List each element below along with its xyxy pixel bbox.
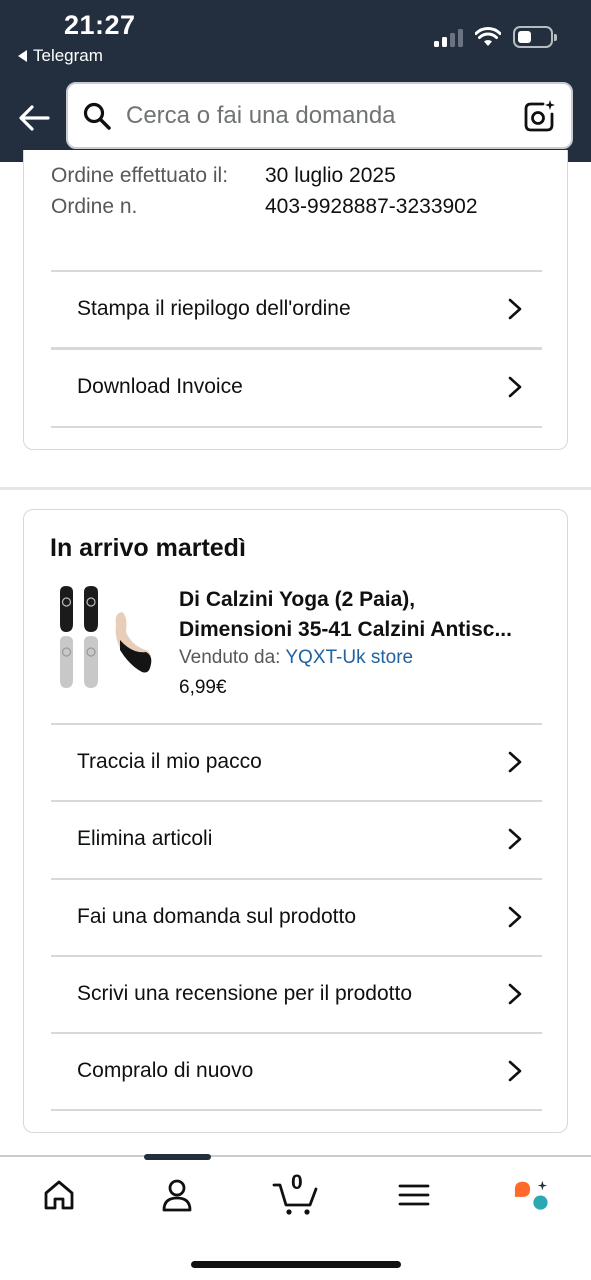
chevron-right-icon — [508, 751, 522, 772]
product-title[interactable]: Di Calzini Yoga (2 Paia), Dimensioni 35-… — [179, 585, 549, 645]
row-label: Stampa il riepilogo dell'ordine — [77, 296, 351, 320]
write-review-row[interactable]: Scrivi una recensione per il prodotto — [51, 955, 542, 1032]
order-date-label: Ordine effettuato il: — [51, 164, 229, 187]
row-label: Download Invoice — [77, 374, 243, 398]
cart-button[interactable]: 0 — [272, 1171, 320, 1217]
chevron-right-icon — [508, 298, 522, 319]
row-label: Fai una domanda sul prodotto — [77, 904, 357, 928]
order-number-label: Ordine n. — [51, 195, 138, 218]
status-time: 21:27 — [64, 10, 136, 40]
order-date-value: 30 luglio 2025 — [265, 164, 396, 187]
row-label: Compralo di nuovo — [77, 1058, 254, 1082]
back-to-app-link[interactable]: Telegram — [18, 46, 103, 66]
download-invoice-row[interactable]: Download Invoice — [51, 348, 542, 425]
order-meta-labels: Ordine effettuato il: Ordine n. — [51, 160, 241, 222]
row-label: Elimina articoli — [77, 826, 213, 850]
home-icon[interactable] — [41, 1177, 77, 1213]
back-arrow-icon[interactable] — [16, 100, 52, 136]
camera-search-icon[interactable] — [521, 98, 557, 134]
back-app-label: Telegram — [33, 46, 103, 65]
order-number-value: 403-9928887-3233902 — [265, 195, 478, 218]
rufus-icon[interactable] — [513, 1177, 549, 1213]
menu-icon[interactable] — [396, 1177, 432, 1213]
product-thumbnail[interactable] — [54, 584, 158, 692]
account-icon[interactable] — [159, 1177, 195, 1213]
chevron-right-icon — [508, 1060, 522, 1081]
search-bar[interactable]: Cerca o fai una domanda — [66, 82, 573, 149]
section-divider — [0, 487, 591, 490]
chevron-right-icon — [508, 376, 522, 397]
chevron-right-icon — [508, 906, 522, 927]
wifi-icon — [475, 27, 501, 46]
product-title-line1: Di Calzini Yoga (2 Paia), — [179, 588, 416, 611]
seller-label: Venduto da: — [179, 647, 281, 668]
shipment-card: In arrivo martedì Di Calzini Yoga (2 Pai… — [23, 509, 568, 1133]
seller-link[interactable]: YQXT-Uk store — [285, 647, 413, 668]
active-tab-indicator — [144, 1154, 211, 1160]
back-triangle-icon — [18, 50, 27, 62]
delete-items-row[interactable]: Elimina articoli — [51, 800, 542, 877]
search-input[interactable]: Cerca o fai una domanda — [126, 102, 521, 130]
divider — [51, 426, 542, 428]
print-summary-row[interactable]: Stampa il riepilogo dell'ordine — [51, 270, 542, 347]
status-icons — [434, 26, 557, 48]
row-label: Scrivi una recensione per il prodotto — [77, 981, 413, 1005]
order-meta-values: 30 luglio 2025 403-9928887-3233902 — [265, 160, 478, 222]
battery-icon — [513, 26, 557, 48]
chevron-right-icon — [508, 828, 522, 849]
buy-again-row[interactable]: Compralo di nuovo — [51, 1032, 542, 1109]
product-title-line2: Dimensioni 35-41 Calzini Antisc... — [179, 618, 512, 641]
chevron-right-icon — [508, 983, 522, 1004]
product-price: 6,99€ — [179, 677, 227, 698]
ask-question-row[interactable]: Fai una domanda sul prodotto — [51, 878, 542, 955]
seller-info: Venduto da: YQXT-Uk store — [179, 647, 413, 669]
row-label: Traccia il mio pacco — [77, 749, 262, 773]
search-icon — [83, 102, 111, 130]
home-indicator — [191, 1261, 401, 1268]
cart-count: 0 — [291, 1171, 303, 1194]
top-bar: 21:27 Telegram Cerca o fai una domanda — [0, 0, 591, 162]
delivery-heading: In arrivo martedì — [50, 534, 246, 562]
track-package-row[interactable]: Traccia il mio pacco — [51, 723, 542, 800]
bottom-navigation: 0 — [0, 1154, 591, 1280]
divider — [51, 1109, 542, 1111]
order-summary-card: Ordine effettuato il: Ordine n. 30 lugli… — [23, 150, 568, 450]
cellular-signal-icon — [434, 27, 463, 47]
